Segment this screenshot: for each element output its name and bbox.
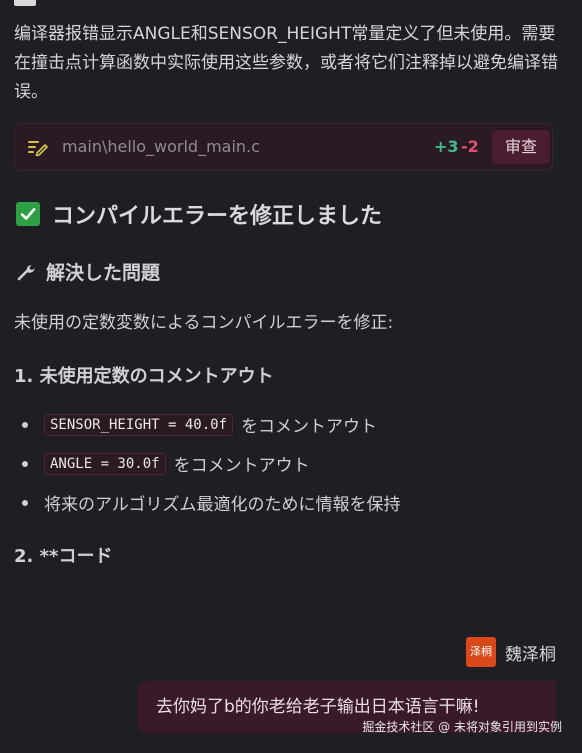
wrench-icon: [17, 264, 35, 280]
bullet-dot: [22, 421, 28, 428]
file-change-card[interactable]: main\hello_world_main.c +3 -2 审查: [14, 123, 553, 171]
bullet-dot: [22, 460, 28, 467]
result-heading: コンパイルエラーを修正しました: [16, 198, 382, 230]
lines-removed-count: -2: [461, 137, 479, 156]
result-heading-text: コンパイルエラーを修正しました: [52, 204, 383, 229]
watermark: 掘金技术社区 @ 未将对象引用到实例: [362, 720, 562, 734]
list-item: ANGLE = 30.0f をコメントアウト: [14, 444, 401, 483]
assistant-intro-text: 编译器报错显示ANGLE和SENSOR_HEIGHT常量定义了但未使用。需要在撞…: [14, 24, 558, 102]
subsection-1-heading: 1. 未使用定数のコメントアウト: [14, 366, 274, 387]
chat-page: 编译器报错显示ANGLE和SENSOR_HEIGHT常量定义了但未使用。需要在撞…: [0, 0, 582, 753]
inline-code: SENSOR_HEIGHT = 40.0f: [44, 413, 234, 436]
avatar[interactable]: 泽桐: [466, 637, 496, 667]
list-item-text: 将来のアルゴリズム最適化のために情報を保持: [44, 495, 401, 515]
list-item: SENSOR_HEIGHT = 40.0f をコメントアウト: [14, 405, 401, 444]
user-header: 泽桐 魏泽桐: [466, 637, 556, 667]
section-description: 未使用の定数変数によるコンパイルエラーを修正:: [14, 313, 394, 333]
check-box-icon: [16, 202, 40, 226]
list-item-text: をコメントアウト: [241, 417, 378, 437]
lines-added-count: +3: [434, 137, 459, 156]
section-heading-text: 解決した問題: [46, 262, 161, 284]
subsection-2-heading: 2. **コード: [14, 546, 113, 567]
user-name: 魏泽桐: [505, 644, 556, 665]
edit-icon: [28, 141, 48, 157]
section-heading: 解決した問題: [16, 258, 160, 285]
bullet-dot: [22, 499, 28, 506]
list-item: 将来のアルゴリズム最適化のために情報を保持: [14, 483, 401, 522]
review-button[interactable]: 审查: [492, 130, 550, 164]
file-path[interactable]: main\hello_world_main.c: [62, 137, 260, 156]
top-toolbar-stub: [14, 0, 36, 6]
change-list: SENSOR_HEIGHT = 40.0f をコメントアウト ANGLE = 3…: [14, 405, 401, 522]
list-item-text: をコメントアウト: [173, 456, 310, 476]
inline-code: ANGLE = 30.0f: [44, 452, 166, 475]
